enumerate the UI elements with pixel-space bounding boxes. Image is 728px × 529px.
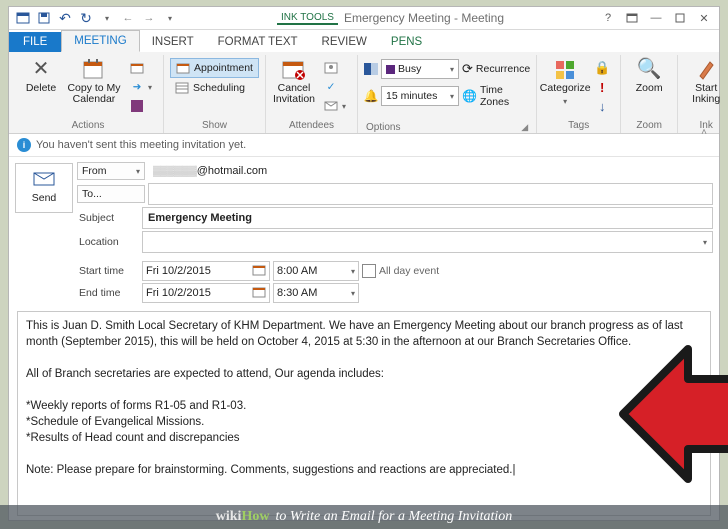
window-title: Emergency Meeting - Meeting	[344, 11, 504, 25]
cancel-invitation-icon	[280, 57, 308, 81]
title-center: INK TOOLS Emergency Meeting - Meeting	[184, 11, 597, 25]
ribbon-display-icon[interactable]	[621, 9, 643, 27]
app-icon[interactable]	[13, 9, 33, 27]
from-value: ▓▓▓▓▓▓@hotmail.com	[148, 161, 713, 181]
undo-icon[interactable]: ↶	[55, 9, 75, 27]
group-ink: Start Inking Ink	[678, 55, 728, 133]
delete-icon: ✕	[27, 57, 55, 81]
subject-label: Subject	[77, 212, 139, 224]
end-time-picker[interactable]: 8:30 AM▾	[273, 283, 359, 303]
categorize-icon	[551, 57, 579, 81]
delete-button[interactable]: ✕Delete	[19, 55, 63, 94]
reminder-icon: 🔔	[364, 89, 378, 103]
actions-more: ➜▾	[125, 55, 157, 115]
redo-icon[interactable]: ↻	[76, 9, 96, 27]
zoom-button[interactable]: 🔍Zoom	[627, 55, 671, 94]
tab-review[interactable]: REVIEW	[310, 32, 379, 52]
start-time-label: Start time	[77, 265, 139, 277]
group-options: Busy▾ ⟳Recurrence 🔔 15 minutes▾ 🌐Time Zo…	[358, 55, 537, 133]
check-names-icon[interactable]: ✓	[319, 78, 351, 96]
categorize-button[interactable]: Categorize▾	[543, 55, 587, 107]
recurrence-button[interactable]: ⟳Recurrence	[462, 61, 530, 77]
group-show: Appointment Scheduling Show	[164, 55, 266, 133]
allday-label: All day event	[379, 265, 439, 277]
appointment-icon	[176, 61, 190, 75]
address-book-icon[interactable]	[319, 59, 351, 77]
forward-icon[interactable]: →	[139, 9, 159, 27]
show-as-icon	[364, 62, 378, 76]
recurrence-icon: ⟳	[462, 61, 473, 77]
low-importance-icon[interactable]: ↓	[590, 97, 614, 115]
info-bar: i You haven't sent this meeting invitati…	[9, 134, 719, 157]
response-options-icon[interactable]: ▾	[319, 97, 351, 115]
onenote-small-icon[interactable]	[125, 97, 157, 115]
calendar-picker-icon	[252, 264, 266, 279]
calendar-icon	[80, 57, 108, 81]
collapse-ribbon-icon[interactable]: ˄	[701, 127, 707, 138]
wikihow-caption: wikiHow to Write an Email for a Meeting …	[0, 505, 728, 529]
qat-more-icon[interactable]: ▾	[97, 9, 117, 27]
options-launcher-icon[interactable]: ◢	[521, 122, 528, 133]
calendar-picker-icon	[252, 286, 266, 301]
close-icon[interactable]: ✕	[693, 9, 715, 27]
appointment-button[interactable]: Appointment	[170, 58, 259, 78]
tab-format-text[interactable]: FORMAT TEXT	[206, 32, 310, 52]
message-body[interactable]: This is Juan D. Smith Local Secretary of…	[17, 311, 711, 516]
group-actions: ✕Delete Copy to My Calendar ➜▾ Actions	[13, 55, 164, 133]
info-icon: i	[17, 138, 31, 152]
from-button[interactable]: From▾	[77, 162, 145, 180]
help-icon[interactable]: ?	[597, 9, 619, 27]
show-as-select[interactable]: Busy▾	[381, 59, 459, 79]
calendar-small-icon[interactable]	[125, 59, 157, 77]
quick-access-toolbar: ↶ ↻ ▾ ← → ▾	[9, 9, 184, 27]
copy-to-calendar-button[interactable]: Copy to My Calendar	[66, 55, 122, 105]
start-date-picker[interactable]: Fri 10/2/2015	[142, 261, 270, 281]
window-controls: ? — ✕	[597, 9, 719, 27]
timezones-button[interactable]: 🌐Time Zones	[462, 84, 530, 108]
allday-checkbox[interactable]	[362, 264, 376, 278]
globe-icon: 🌐	[462, 89, 477, 103]
ribbon: ✕Delete Copy to My Calendar ➜▾ Actions A…	[9, 52, 719, 134]
tab-meeting[interactable]: MEETING	[61, 30, 139, 52]
location-input[interactable]: ▾	[142, 231, 713, 253]
maximize-icon[interactable]	[669, 9, 691, 27]
private-icon[interactable]: 🔒	[590, 59, 614, 77]
group-tags: Categorize▾ 🔒 ! ↓ Tags	[537, 55, 621, 133]
body-text: This is Juan D. Smith Local Secretary of…	[26, 318, 702, 478]
end-time-label: End time	[77, 287, 139, 299]
high-importance-icon[interactable]: !	[590, 78, 614, 96]
save-icon[interactable]	[34, 9, 54, 27]
contextual-tab-label: INK TOOLS	[277, 12, 338, 25]
pen-icon	[692, 57, 720, 81]
end-date-picker[interactable]: Fri 10/2/2015	[142, 283, 270, 303]
to-input[interactable]	[148, 183, 713, 205]
tab-pens[interactable]: PENS	[379, 32, 434, 52]
back-icon[interactable]: ←	[118, 9, 138, 27]
cancel-invitation-button[interactable]: Cancel Invitation	[272, 55, 316, 105]
tab-insert[interactable]: INSERT	[140, 32, 206, 52]
location-label: Location	[77, 236, 139, 248]
scheduling-button[interactable]: Scheduling	[170, 79, 259, 97]
subject-input[interactable]: Emergency Meeting	[142, 207, 713, 229]
tab-file[interactable]: FILE	[9, 32, 61, 52]
group-attendees: Cancel Invitation ✓ ▾ Attendees	[266, 55, 358, 133]
outlook-meeting-window: ↶ ↻ ▾ ← → ▾ INK TOOLS Emergency Meeting …	[8, 6, 720, 521]
zoom-icon: 🔍	[635, 57, 663, 81]
start-inking-button[interactable]: Start Inking	[684, 55, 728, 105]
minimize-icon[interactable]: —	[645, 9, 667, 27]
forward-small-icon[interactable]: ➜▾	[125, 78, 157, 96]
reminder-select[interactable]: 15 minutes▾	[381, 86, 459, 106]
titlebar: ↶ ↻ ▾ ← → ▾ INK TOOLS Emergency Meeting …	[9, 7, 719, 30]
send-button[interactable]: Send	[15, 163, 73, 213]
send-icon	[33, 172, 55, 189]
scheduling-icon	[175, 81, 189, 95]
compose-header: Send From▾ ▓▓▓▓▓▓@hotmail.com To... Subj…	[9, 157, 719, 307]
article-title: to Write an Email for a Meeting Invitati…	[275, 509, 512, 525]
group-zoom: 🔍Zoom Zoom	[621, 55, 678, 133]
qat-customize-icon[interactable]: ▾	[160, 9, 180, 27]
to-button[interactable]: To...	[77, 185, 145, 203]
start-time-picker[interactable]: 8:00 AM▾	[273, 261, 359, 281]
ribbon-tabs: FILE MEETING INSERT FORMAT TEXT REVIEW P…	[9, 30, 719, 52]
info-text: You haven't sent this meeting invitation…	[36, 139, 246, 151]
